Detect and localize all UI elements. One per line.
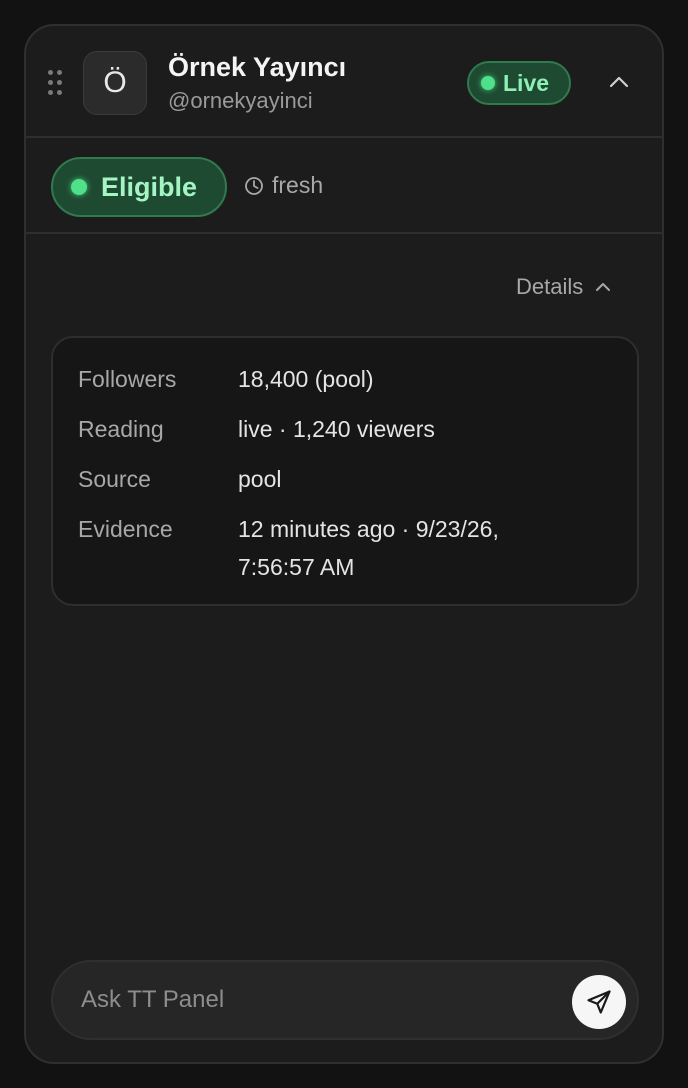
details-card: Followers 18,400 (pool) Reading live · 1… — [51, 336, 639, 606]
eligible-badge: Eligible — [51, 157, 227, 217]
detail-label: Reading — [78, 416, 164, 442]
collapse-button[interactable] — [604, 70, 634, 94]
send-button[interactable] — [572, 975, 626, 1029]
status-row: Eligible fresh — [26, 138, 662, 234]
streamer-handle: @ornekyayinci — [168, 88, 313, 113]
panel-header: Ö Örnek Yayıncı @ornekyayinci Live — [26, 26, 662, 138]
ask-input[interactable] — [79, 982, 539, 1018]
detail-label: Evidence — [78, 516, 173, 542]
detail-label: Source — [78, 466, 151, 492]
avatar: Ö — [83, 51, 147, 115]
freshness-label: fresh — [272, 172, 324, 198]
detail-value: 18,400 (pool) — [238, 366, 374, 392]
send-icon — [587, 990, 611, 1014]
live-status-badge: Live — [467, 61, 571, 105]
chevron-up-icon — [609, 76, 629, 88]
live-dot-icon — [481, 76, 495, 90]
eligible-label: Eligible — [101, 171, 198, 202]
clock-icon — [245, 176, 263, 195]
eligible-dot-icon — [71, 179, 87, 195]
details-toggle[interactable]: Details — [516, 274, 611, 300]
freshness-indicator: fresh — [244, 172, 323, 199]
streamer-panel: Ö Örnek Yayıncı @ornekyayinci Live Eligi… — [24, 24, 664, 1064]
drag-handle-icon[interactable] — [48, 70, 62, 96]
detail-value: 12 minutes ago · 9/23/26, 7:56:57 AM — [238, 516, 499, 580]
avatar-letter: Ö — [103, 66, 127, 99]
streamer-name: Örnek Yayıncı — [168, 52, 347, 82]
ask-bar — [51, 960, 639, 1040]
detail-value: live · 1,240 viewers — [238, 416, 435, 442]
chevron-up-icon — [596, 283, 611, 291]
detail-value: pool — [238, 466, 282, 492]
detail-label: Followers — [78, 366, 177, 392]
live-label: Live — [503, 69, 550, 96]
details-toggle-label: Details — [516, 274, 584, 299]
